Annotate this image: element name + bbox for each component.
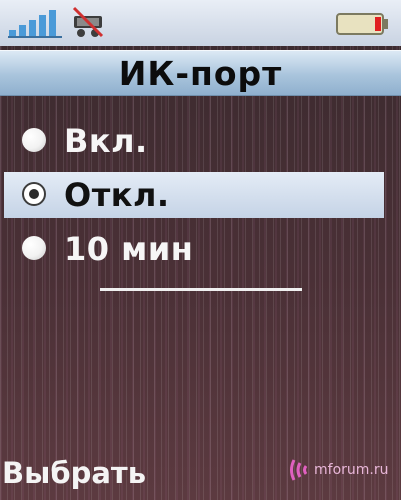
selection-highlight	[4, 172, 384, 218]
battery-low-icon	[336, 13, 388, 35]
signal-strength-icon	[8, 10, 62, 38]
status-bar	[0, 0, 401, 46]
options-list: Вкл. Откл. 10 мин	[0, 114, 401, 276]
watermark: mforum.ru	[288, 452, 398, 488]
option-label: Вкл.	[64, 122, 148, 160]
watermark-text: mforum.ru	[314, 462, 389, 478]
radio-dot	[29, 189, 39, 199]
bluetooth-off-icon	[72, 6, 104, 38]
page-title: ИК-порт	[118, 54, 283, 93]
phone-screen: ИК-порт Вкл. Откл. 10 мин Выбрать mforum…	[0, 0, 401, 500]
option-on[interactable]: Вкл.	[0, 114, 401, 168]
option-label: Откл.	[64, 176, 170, 214]
signal-waves-icon	[290, 459, 308, 481]
option-off[interactable]: Откл.	[0, 168, 401, 222]
radio-unselected-icon	[22, 236, 46, 260]
radio-unselected-icon	[22, 128, 46, 152]
separator-line	[100, 288, 302, 291]
select-softkey[interactable]: Выбрать	[2, 450, 146, 496]
option-label: 10 мин	[64, 230, 194, 268]
title-bar: ИК-порт	[0, 50, 401, 96]
radio-selected-icon	[22, 182, 46, 206]
option-10-min[interactable]: 10 мин	[0, 222, 401, 276]
